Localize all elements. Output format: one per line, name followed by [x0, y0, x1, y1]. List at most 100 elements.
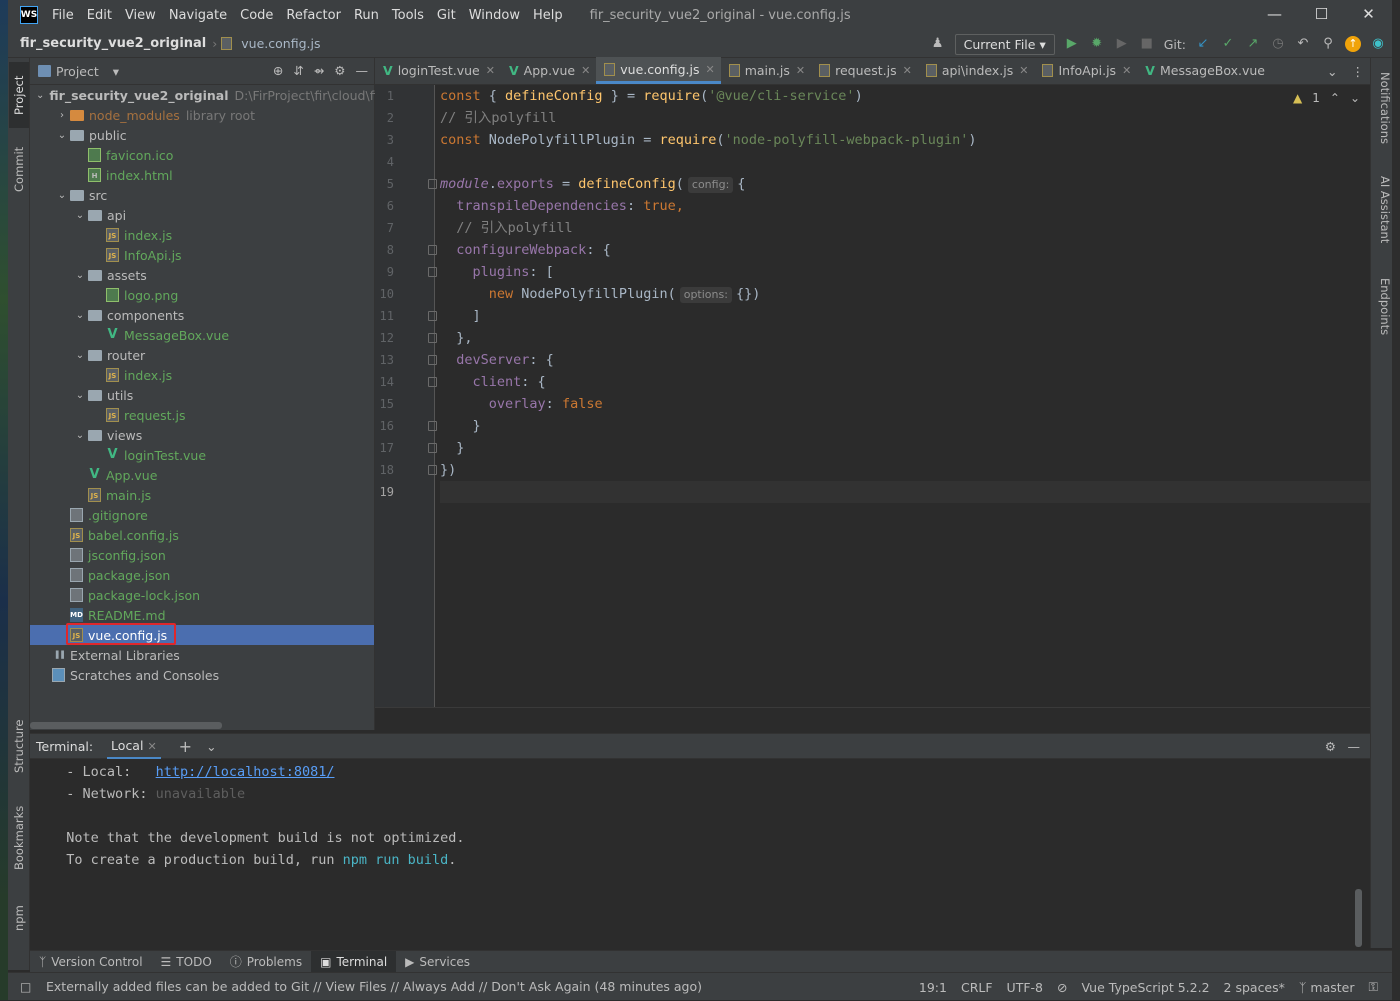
menu-edit[interactable]: Edit — [87, 8, 112, 23]
tree-item[interactable]: VloginTest.vue — [30, 445, 374, 465]
fold-marker-icon[interactable] — [428, 179, 437, 189]
tree-item[interactable]: ⌄ views — [30, 425, 374, 445]
git-branch[interactable]: ᛉ master — [1299, 980, 1355, 995]
chevron-down-icon[interactable]: ⌄ — [206, 739, 216, 754]
expand-arrow-icon[interactable]: ⌄ — [72, 430, 88, 441]
run-icon[interactable]: ▶ — [1064, 36, 1080, 52]
editor-tab[interactable]: V MessageBox.vue — [1137, 57, 1271, 84]
expand-arrow-icon[interactable]: ⌄ — [72, 270, 88, 281]
tool-tab-notifications[interactable]: Notifications — [1372, 72, 1392, 162]
hide-icon[interactable]: — — [356, 63, 369, 78]
tool-terminal[interactable]: ▣ Terminal — [311, 950, 397, 973]
editor-tab[interactable]: api\index.js ✕ — [918, 57, 1035, 84]
tree-item[interactable]: .gitignore — [30, 505, 374, 525]
tree-item[interactable]: ⌄ components — [30, 305, 374, 325]
search-icon[interactable]: ⚲ — [1320, 36, 1336, 52]
tree-item[interactable]: ⌄ utils — [30, 385, 374, 405]
tool-tab-commit[interactable]: Commit — [9, 138, 29, 200]
inspection-widget[interactable]: ▲ 1 ⌃ ⌄ — [1293, 91, 1360, 105]
chevron-up-icon[interactable]: ⌃ — [1330, 91, 1340, 105]
collapse-arrow-icon[interactable]: › — [54, 110, 70, 121]
gear-icon[interactable]: ⚙ — [1325, 739, 1336, 754]
more-icon[interactable]: ⋮ — [1352, 64, 1365, 79]
close-tab-icon[interactable]: ✕ — [796, 64, 805, 77]
expand-arrow-icon[interactable]: ⌄ — [72, 310, 88, 321]
tree-item[interactable]: package.json — [30, 565, 374, 585]
expand-arrow-icon[interactable]: ⌄ — [54, 190, 70, 201]
tool-tab-bookmarks[interactable]: Bookmarks — [9, 798, 29, 878]
user-icon[interactable]: ♟ — [930, 36, 946, 52]
git-update-icon[interactable]: ↙ — [1195, 36, 1211, 52]
history-icon[interactable]: ◷ — [1270, 36, 1286, 52]
tree-item[interactable]: V App.vue — [30, 465, 374, 485]
close-icon[interactable]: ✕ — [1345, 0, 1392, 30]
code-editor[interactable]: 1 2 3 4 5 6 7 8 9 10 11 12 13 14 15 16 17 18 19 const { de… — [375, 85, 1370, 707]
locate-icon[interactable]: ⊕ — [273, 63, 283, 78]
tree-item[interactable]: favicon.ico — [30, 145, 374, 165]
fold-marker-icon[interactable] — [428, 377, 437, 387]
tree-item[interactable]: JS index.js — [30, 365, 374, 385]
menu-navigate[interactable]: Navigate — [169, 8, 227, 23]
project-view-dropdown[interactable]: Project ▾ — [56, 64, 119, 79]
ai-assistant-icon[interactable]: ◉ — [1370, 36, 1386, 52]
code-area[interactable]: const { defineConfig } = require('@vue/c… — [428, 85, 1370, 503]
language-service[interactable]: Vue TypeScript 5.2.2 — [1081, 980, 1209, 995]
fold-marker-icon[interactable] — [428, 311, 437, 321]
git-push-icon[interactable]: ↗ — [1245, 36, 1261, 52]
expand-all-icon[interactable]: ⇵ — [293, 63, 303, 78]
tool-problems[interactable]: ⓘ Problems — [221, 951, 311, 973]
hide-icon[interactable]: — — [1348, 739, 1361, 754]
tree-item[interactable]: jsconfig.json — [30, 545, 374, 565]
stop-icon[interactable]: ■ — [1139, 36, 1155, 52]
tree-item[interactable]: JS vue.config.js — [30, 623, 374, 645]
editor-tab[interactable]: V App.vue ✕ — [501, 57, 596, 84]
tree-item[interactable]: Hindex.html — [30, 165, 374, 185]
tree-item[interactable]: › node_modules library root — [30, 105, 374, 125]
caret-position[interactable]: 19:1 — [919, 980, 947, 995]
close-tab-icon[interactable]: ✕ — [581, 64, 590, 77]
coverage-icon[interactable]: ▶ — [1114, 36, 1130, 52]
tree-item[interactable]: ⌄ assets — [30, 265, 374, 285]
tool-tab-ai-assistant[interactable]: AI Assistant — [1372, 176, 1392, 258]
tree-item[interactable]: ⌄ src — [30, 185, 374, 205]
editor-tab[interactable]: request.js ✕ — [811, 57, 918, 84]
menu-run[interactable]: Run — [354, 8, 379, 23]
tree-item[interactable]: Scratches and Consoles — [30, 665, 374, 685]
menu-refactor[interactable]: Refactor — [286, 8, 341, 23]
gear-icon[interactable]: ⚙ — [334, 63, 345, 78]
expand-arrow-icon[interactable]: ⌄ — [72, 210, 88, 221]
close-tab-icon[interactable]: ✕ — [705, 63, 714, 76]
tool-tab-project[interactable]: Project — [9, 62, 29, 128]
line-separator[interactable]: CRLF — [961, 980, 993, 995]
close-tab-icon[interactable]: ✕ — [486, 64, 495, 77]
fold-marker-icon[interactable] — [428, 245, 437, 255]
tree-item[interactable]: package-lock.json — [30, 585, 374, 605]
horizontal-scrollbar[interactable] — [30, 720, 375, 730]
fold-marker-icon[interactable] — [428, 443, 437, 453]
fold-marker-icon[interactable] — [428, 333, 437, 343]
tool-tab-npm[interactable]: npm — [9, 894, 29, 942]
tool-services[interactable]: ▶ Services — [396, 951, 479, 973]
update-icon[interactable]: ↑ — [1345, 36, 1361, 52]
tree-item[interactable]: JS request.js — [30, 405, 374, 425]
minimize-icon[interactable]: — — [1251, 0, 1298, 30]
fold-marker-icon[interactable] — [428, 421, 437, 431]
expand-arrow-icon[interactable]: ⌄ — [54, 130, 70, 141]
tree-item[interactable]: JS index.js — [30, 225, 374, 245]
file-encoding[interactable]: UTF-8 — [1007, 980, 1043, 995]
tree-item[interactable]: logo.png — [30, 285, 374, 305]
terminal-tab-local[interactable]: Local ✕ — [107, 734, 161, 759]
tool-tab-structure[interactable]: Structure — [9, 710, 29, 782]
terminal-output[interactable]: - Local: http://localhost:8081/ - Networ… — [30, 759, 1370, 949]
tree-item[interactable]: ⌄ router — [30, 345, 374, 365]
menu-file[interactable]: File — [52, 8, 74, 23]
breadcrumb-file[interactable]: › vue.config.js — [212, 36, 320, 51]
editor-tab[interactable]: VloginTest.vue ✕ — [375, 57, 501, 84]
expand-arrow-icon[interactable]: ⌄ — [72, 350, 88, 361]
menu-view[interactable]: View — [125, 8, 156, 23]
chevron-down-icon[interactable]: ⌄ — [1327, 64, 1337, 79]
rollback-icon[interactable]: ↶ — [1295, 36, 1311, 52]
menu-git[interactable]: Git — [437, 8, 456, 23]
expand-arrow-icon[interactable]: ⌄ — [72, 390, 88, 401]
scrollbar-thumb[interactable] — [30, 722, 222, 729]
